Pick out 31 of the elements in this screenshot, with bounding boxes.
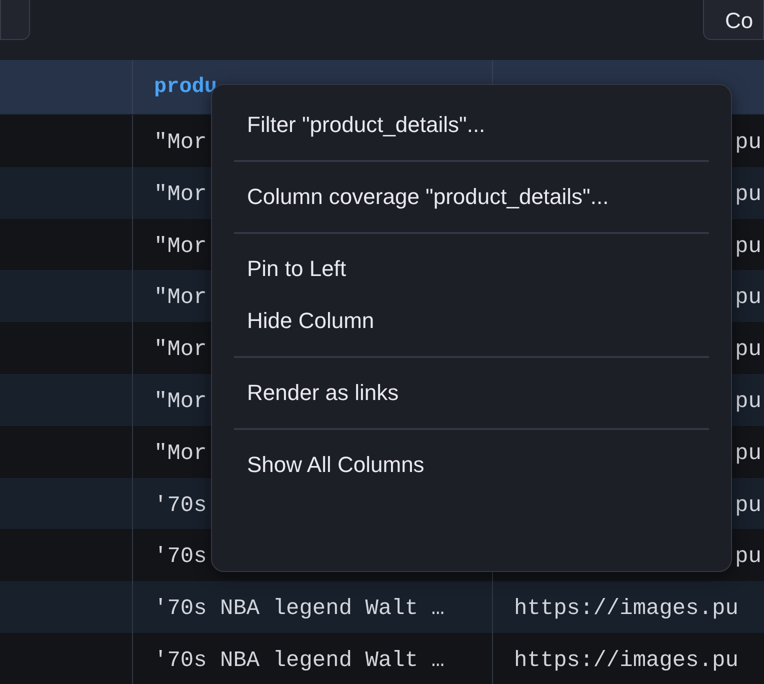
menu-item[interactable]: Show All Columns (234, 439, 709, 491)
table-cell-text: '70s (153, 492, 207, 520)
table-cell-text: "Mor (153, 129, 207, 157)
table-cell-text: pu (735, 284, 762, 312)
menu-item[interactable]: Column coverage "product_details"... (234, 171, 709, 223)
table-cell-text: pu (735, 388, 762, 416)
table-cell-text: "Mor (153, 336, 207, 364)
menu-item[interactable]: Render as links (234, 367, 709, 419)
table-cell-text: '70s NBA legend Walt … (153, 595, 444, 624)
table-cell-text: pu (735, 336, 762, 364)
table-cell-text: "Mor (153, 232, 207, 261)
table-cell-text: pu (735, 232, 762, 261)
table-cell-text: https://images.pu (513, 646, 738, 675)
table-cell-text: '70s NBA legend Walt … (153, 646, 444, 675)
table-cell-text: "Mor (153, 180, 207, 209)
table-cell-text: "Mor (153, 284, 207, 312)
table-cell-text: pu (735, 129, 762, 157)
toolbar-button[interactable]: Co (703, 0, 764, 40)
menu-item[interactable]: Hide Column (234, 295, 709, 347)
menu-item[interactable]: Pin to Left (234, 243, 709, 295)
column-header[interactable]: produ (133, 60, 218, 104)
table-cell-text: pu (735, 440, 762, 468)
table-cell-text: pu (735, 492, 762, 520)
toolbar-button[interactable] (0, 0, 30, 40)
table-cell-text: pu (735, 180, 762, 209)
table-cell-text: '70s (153, 543, 207, 572)
table-cell-text: "Mor (153, 440, 207, 468)
table-cell-text: https://images.pu (513, 595, 738, 624)
table-cell-text: "Mor (153, 388, 207, 416)
table-cell-text: pu (735, 543, 762, 572)
menu-item[interactable]: Filter "product_details"... (234, 99, 709, 151)
